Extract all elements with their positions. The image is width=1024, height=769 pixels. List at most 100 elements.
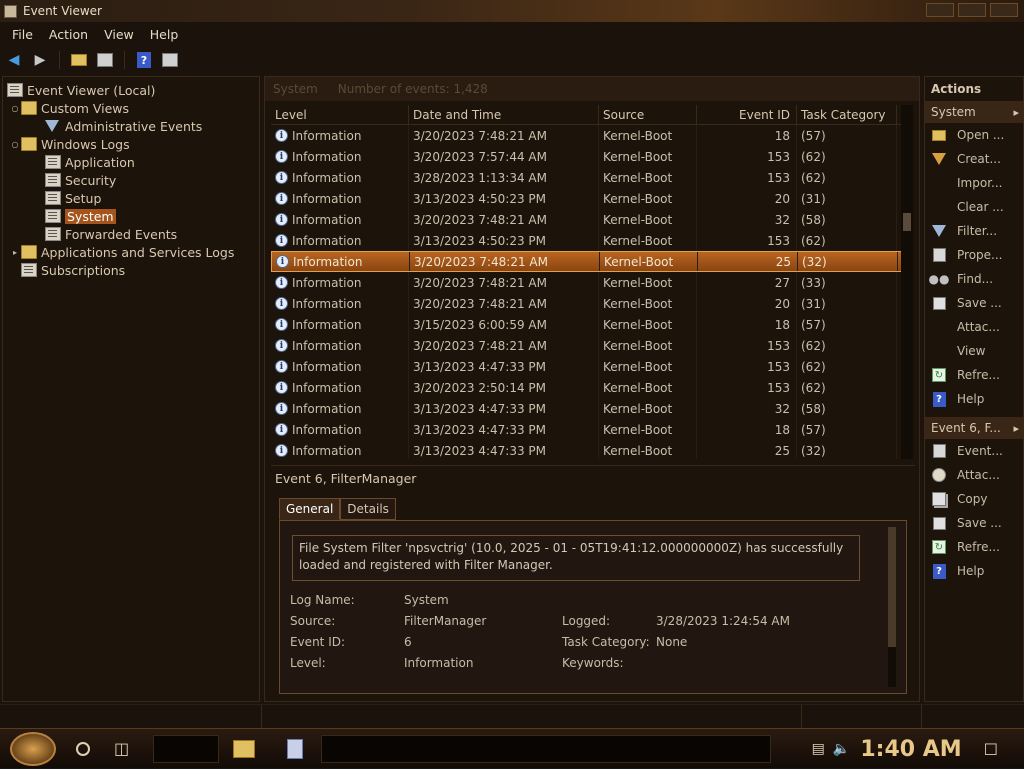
action-pane-icon[interactable] [160, 50, 180, 70]
action-item[interactable]: ↻ Refre... [925, 363, 1023, 387]
menu-action[interactable]: Action [41, 27, 96, 42]
table-row[interactable]: i Information 3/20/2023 7:48:21 AM Kernel-B… [271, 209, 903, 230]
tree-node-setup[interactable]: Setup [3, 189, 259, 207]
scrollbar-thumb[interactable] [903, 213, 911, 231]
menu-help[interactable]: Help [142, 27, 187, 42]
forward-arrow-icon[interactable]: ▶ [30, 50, 50, 70]
tree-node-custom-views[interactable]: ○ Custom Views [3, 99, 259, 117]
action-item[interactable]: Clear ... [925, 195, 1023, 219]
table-row[interactable]: i Information 3/28/2023 1:13:34 AM Kernel-B… [271, 167, 903, 188]
cell-level: i Information [271, 335, 409, 356]
tab-details[interactable]: Details [340, 498, 396, 520]
menu-view[interactable]: View [96, 27, 142, 42]
expand-toggle-icon[interactable]: ○ [9, 104, 21, 113]
table-row[interactable]: i Information 3/13/2023 4:50:23 PM Kernel-B… [271, 230, 903, 251]
action-item[interactable]: Copy [925, 487, 1023, 511]
task-view-icon[interactable]: ◫ [114, 739, 129, 758]
table-row[interactable]: i Information 3/20/2023 2:50:14 PM Kernel-B… [271, 377, 903, 398]
cell-text: 3/20/2023 7:48:21 AM [413, 338, 547, 353]
table-row[interactable]: i Information 3/13/2023 4:50:23 PM Kernel-B… [271, 188, 903, 209]
cell-event-id: 153 [697, 356, 797, 377]
table-scrollbar[interactable] [901, 105, 913, 459]
action-item[interactable]: Filter... [925, 219, 1023, 243]
action-item[interactable]: ? Help [925, 559, 1023, 583]
table-row[interactable]: i Information 3/20/2023 7:48:21 AM Kernel-B… [271, 272, 903, 293]
actions-group-system[interactable]: System ▸ [925, 101, 1023, 123]
action-item[interactable]: Prope... [925, 243, 1023, 267]
open-folder-icon[interactable] [69, 50, 89, 70]
action-item[interactable]: Creat... [925, 147, 1023, 171]
cell-date: 3/13/2023 4:47:33 PM [409, 398, 599, 419]
collapse-arrow-icon[interactable]: ▸ [1013, 422, 1019, 435]
speaker-muted-icon[interactable]: 🔈 [833, 741, 850, 757]
expand-toggle-icon[interactable]: ▸ [9, 248, 21, 257]
table-row[interactable]: i Information 3/20/2023 7:57:44 AM Kernel-B… [271, 146, 903, 167]
tree-node-system[interactable]: System [3, 207, 259, 225]
table-row[interactable]: i Information 3/20/2023 7:48:21 AM Kernel-B… [271, 125, 903, 146]
minimize-button[interactable] [926, 3, 954, 17]
clock[interactable]: 1:40 AM [850, 737, 983, 762]
tree-node-forwarded-events[interactable]: Forwarded Events [3, 225, 259, 243]
tree-node-security[interactable]: Security [3, 171, 259, 189]
search-circle-icon[interactable] [76, 741, 90, 756]
table-row[interactable]: i Information 3/20/2023 7:48:21 AM Kernel-B… [271, 293, 903, 314]
console-tree-icon[interactable] [95, 50, 115, 70]
scrollbar-thumb[interactable] [888, 527, 896, 647]
action-item[interactable]: ↻ Refre... [925, 535, 1023, 559]
action-item[interactable]: Attac... [925, 463, 1023, 487]
table-row[interactable]: i Information 3/13/2023 4:47:33 PM Kernel-B… [271, 356, 903, 377]
cell-text: 25 [775, 254, 791, 269]
table-row[interactable]: i Information 3/20/2023 7:48:21 AM Kernel-B… [271, 335, 903, 356]
expand-toggle-icon[interactable]: ○ [9, 140, 21, 149]
file-explorer-icon[interactable] [233, 739, 256, 758]
action-item[interactable]: ? Help [925, 387, 1023, 411]
actions-group-event[interactable]: Event 6, F... ▸ [925, 417, 1023, 439]
action-item[interactable]: Attac... [925, 315, 1023, 339]
tree-node-subscriptions[interactable]: Subscriptions [3, 261, 259, 279]
action-item[interactable]: Event... [925, 439, 1023, 463]
detail-scrollbar[interactable] [888, 527, 896, 687]
start-button[interactable] [10, 731, 56, 766]
tree-node-administrative-events[interactable]: Administrative Events [3, 117, 259, 135]
column-header-event-id[interactable]: Event ID [697, 105, 797, 124]
actions-list-system: Open ... Creat... Impor... Clear ... Filter.… [925, 123, 1023, 411]
table-row[interactable]: i Information 3/13/2023 4:47:33 PM Kernel-B… [271, 398, 903, 419]
action-item[interactable]: Impor... [925, 171, 1023, 195]
action-label: Refre... [957, 368, 1000, 382]
notification-icon[interactable]: ☐ [984, 740, 998, 759]
cell-text: Kernel-Boot [603, 338, 673, 353]
maximize-button[interactable] [958, 3, 986, 17]
column-header-date[interactable]: Date and Time [409, 105, 599, 124]
log-icon [45, 209, 61, 223]
column-header-level[interactable]: Level [271, 105, 409, 124]
event-viewer-taskbar-icon[interactable] [287, 738, 304, 759]
column-header-source[interactable]: Source [599, 105, 697, 124]
close-button[interactable] [990, 3, 1018, 17]
tab-general[interactable]: General [279, 498, 341, 520]
tree-node-apps-services[interactable]: ▸ Applications and Services Logs [3, 243, 259, 261]
back-arrow-icon[interactable]: ◀ [4, 50, 24, 70]
tree-node-root[interactable]: Event Viewer (Local) [3, 81, 259, 99]
taskbar-slot[interactable] [321, 734, 772, 763]
action-item[interactable]: Save ... [925, 291, 1023, 315]
table-row[interactable]: i Information 3/15/2023 6:00:59 AM Kernel-B… [271, 314, 903, 335]
menu-file[interactable]: File [4, 27, 41, 42]
cell-text: 3/20/2023 7:48:21 AM [414, 254, 548, 269]
table-row[interactable]: i Information 3/13/2023 4:47:33 PM Kernel-B… [271, 419, 903, 440]
action-item[interactable]: Open ... [925, 123, 1023, 147]
action-item[interactable]: View [925, 339, 1023, 363]
tree-node-windows-logs[interactable]: ○ Windows Logs [3, 135, 259, 153]
action-item[interactable]: Save ... [925, 511, 1023, 535]
collapse-arrow-icon[interactable]: ▸ [1013, 106, 1019, 119]
action-item[interactable]: ●● Find... [925, 267, 1023, 291]
taskbar-slot[interactable] [153, 734, 220, 763]
tree-node-application[interactable]: Application [3, 153, 259, 171]
tree-label: Forwarded Events [65, 226, 178, 242]
table-row[interactable]: i Information 3/13/2023 4:47:33 PM Kernel-B… [271, 440, 903, 459]
network-icon[interactable]: ▤ [812, 741, 825, 757]
help-icon[interactable]: ? [134, 50, 154, 70]
column-header-task-category[interactable]: Task Category [797, 105, 897, 124]
tree-label-selected: System [65, 208, 116, 224]
table-row-selected[interactable]: i Information 3/20/2023 7:48:21 AM Kernel-B… [271, 251, 903, 272]
action-label: Help [957, 564, 985, 578]
